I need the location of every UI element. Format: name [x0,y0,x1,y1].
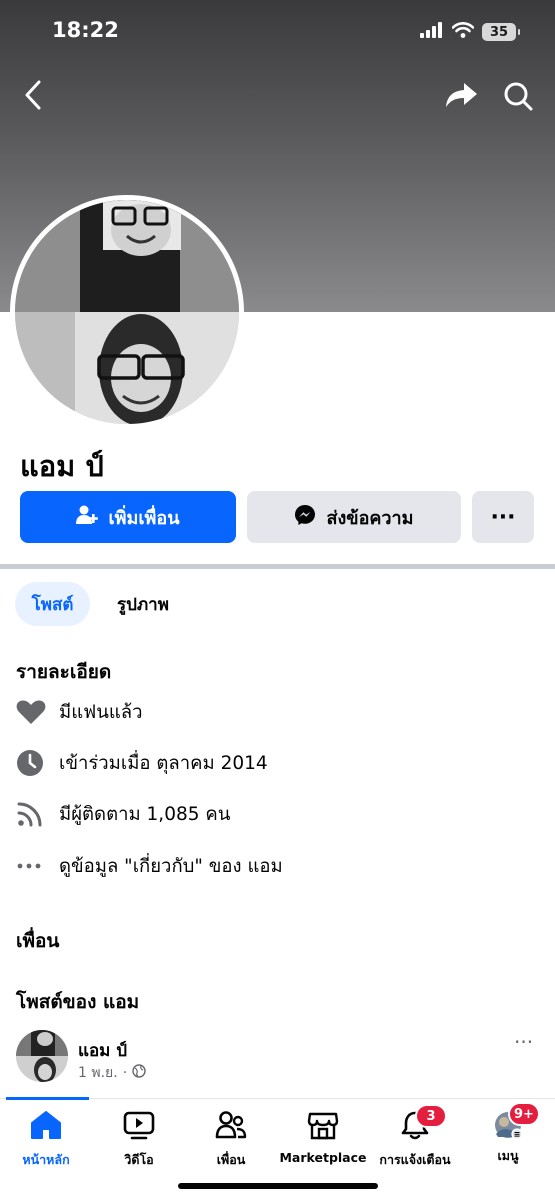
signal-icon [420,22,444,42]
nav-label: เมนู [497,1148,519,1163]
friends-title[interactable]: เพื่อน [16,926,59,956]
profile-name: แอม ป์ [20,449,104,483]
detail-text: มีแฟนแล้ว [59,701,143,723]
nav-label: หน้าหลัก [22,1152,70,1167]
nav-item-home[interactable]: หน้าหลัก [0,1110,92,1170]
notification-badge: 3 [415,1104,447,1128]
bell-icon: 3 [399,1104,447,1144]
detail-text: ดูข้อมูล "เกี่ยวกับ" ของ แอม [59,855,283,877]
search-icon[interactable] [500,78,536,114]
post-author-name[interactable]: แอม ป์ [78,1037,127,1064]
post-meta: 1 พ.ย. · [78,1062,146,1084]
message-button[interactable]: ส่งข้อความ [247,491,461,543]
detail-joined: เข้าร่วมเมื่อ ตุลาคม 2014 [16,748,268,778]
status-time: 18:22 [52,18,119,42]
add-friend-button[interactable]: เพิ่มเพื่อน [20,491,236,543]
nav-item-menu[interactable]: 9+ เมนู [462,1102,554,1166]
marketplace-icon [307,1110,339,1144]
nav-active-indicator [6,1097,89,1100]
nav-label: การแจ้งเตือน [379,1152,451,1167]
nav-item-marketplace[interactable]: Marketplace [277,1110,369,1165]
more-options-button[interactable]: ··· [472,491,534,543]
nav-label: วิดีโอ [124,1152,154,1167]
clock-icon [16,748,50,778]
section-divider [0,564,555,569]
nav-item-friends[interactable]: เพื่อน [185,1110,277,1170]
detail-see-about[interactable]: ดูข้อมูล "เกี่ยวกับ" ของ แอม [16,851,283,881]
nav-item-video[interactable]: วิดีโอ [93,1110,185,1170]
video-icon [123,1110,155,1144]
nav-label: เพื่อน [216,1152,246,1167]
menu-badge: 9+ [508,1102,540,1126]
battery-icon: 35 [482,23,520,41]
messenger-icon [294,504,316,531]
home-indicator [178,1183,378,1189]
menu-avatar-icon: 9+ [492,1102,540,1140]
details-title: รายละเอียด [16,661,112,683]
home-icon [30,1110,62,1144]
heart-icon [16,697,50,727]
nav-label: Marketplace [279,1150,367,1165]
nav-item-notifications[interactable]: 3 การแจ้งเตือน [369,1104,461,1170]
tab-posts[interactable]: โพสต์ [15,582,90,626]
detail-text: เข้าร่วมเมื่อ ตุลาคม 2014 [59,752,268,774]
status-icons: 35 [420,20,520,44]
posts-title: โพสต์ของ แอม [16,991,140,1013]
post-author-avatar[interactable] [16,1030,68,1082]
add-friend-label: เพิ่มเพื่อน [108,507,180,529]
meta-separator: · [122,1065,128,1081]
friends-icon [215,1110,247,1144]
globe-icon [132,1064,146,1082]
message-label: ส่งข้อความ [326,507,414,529]
ellipsis-icon [16,851,50,881]
tab-photos[interactable]: รูปภาพ [100,582,186,626]
profile-avatar[interactable] [15,200,239,424]
post-date: 1 พ.ย. [78,1065,118,1081]
detail-followers[interactable]: มีผู้ติดตาม 1,085 คน [16,799,230,829]
post-more-icon[interactable]: ··· [514,1030,533,1054]
detail-text: มีผู้ติดตาม 1,085 คน [59,803,231,825]
wifi-icon [451,22,475,42]
detail-relationship[interactable]: มีแฟนแล้ว [16,697,143,727]
rss-icon [16,799,50,829]
more-icon: ··· [490,504,516,530]
back-icon[interactable] [18,78,48,112]
share-icon[interactable] [442,78,480,112]
add-friend-icon [76,505,99,530]
